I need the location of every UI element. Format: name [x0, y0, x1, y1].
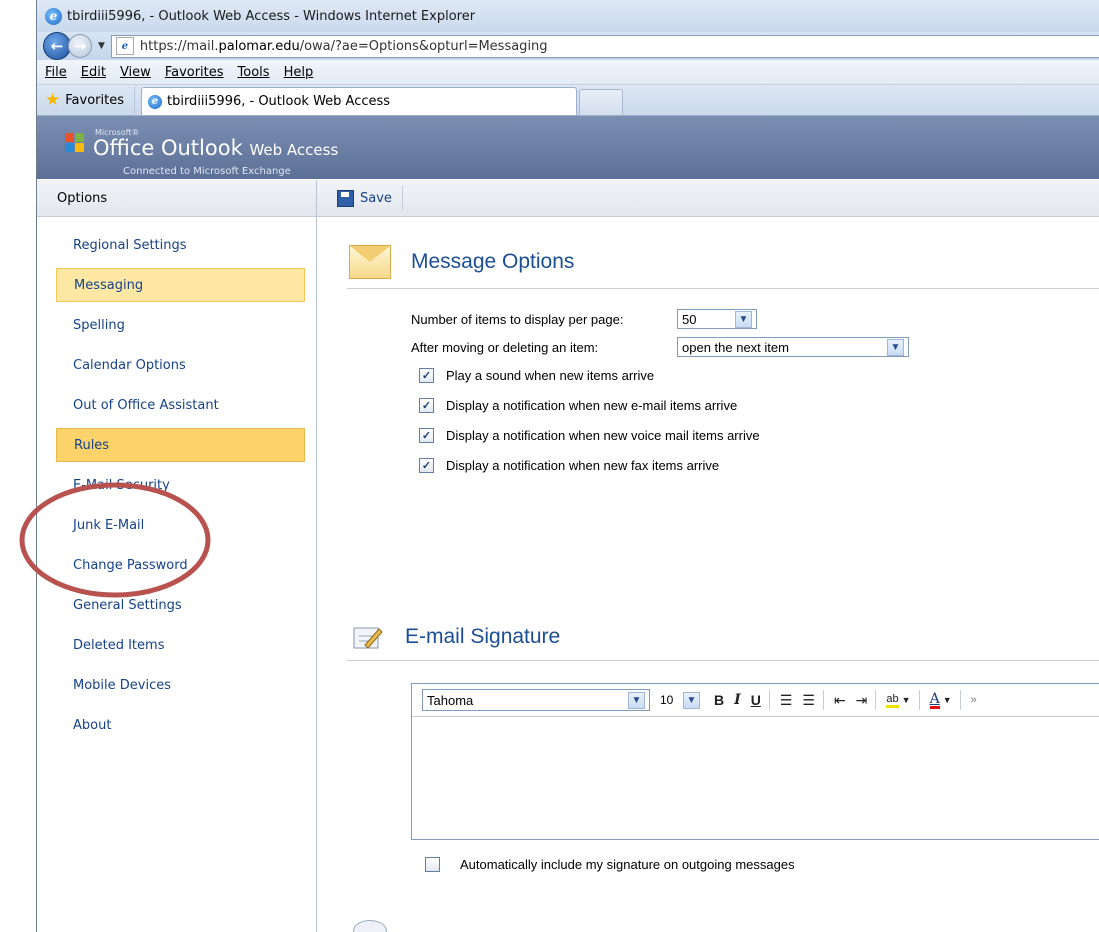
- menu-bar: File Edit View Favorites Tools Help: [37, 60, 1099, 85]
- tab-title: tbirdiii5996, - Outlook Web Access: [166, 94, 391, 109]
- nav-regional-settings[interactable]: Regional Settings: [56, 228, 305, 262]
- signature-toolbar: Tahoma ▼ 10 ▼ B I U ☰ ☰ ⇤ ⇥ ab ▼ A ▼ »: [412, 684, 1099, 717]
- save-disk-icon: [337, 189, 354, 207]
- toolbar-divider: [822, 690, 824, 710]
- save-button[interactable]: Save: [337, 186, 403, 210]
- signature-title: E-mail Signature: [405, 625, 561, 648]
- history-dropdown-icon[interactable]: ▼: [98, 41, 105, 51]
- checkbox-voicemail-notification[interactable]: ✓: [419, 427, 434, 443]
- chevron-down-icon: ▼: [735, 310, 752, 328]
- window-title: tbirdiii5996, - Outlook Web Access - Win…: [67, 8, 476, 24]
- font-color-icon[interactable]: A: [929, 692, 940, 709]
- checkbox-play-sound[interactable]: ✓: [419, 367, 434, 383]
- play-sound-label: Play a sound when new items arrive: [446, 367, 655, 383]
- signature-pen-icon: [351, 620, 385, 654]
- auto-signature-label: Automatically include my signature on ou…: [460, 856, 795, 872]
- chevron-down-icon: ▼: [628, 691, 645, 709]
- menu-help[interactable]: Help: [284, 65, 314, 80]
- menu-tools[interactable]: Tools: [238, 65, 270, 80]
- owa-header: Microsoft® Office Outlook Web Access Con…: [37, 116, 1099, 179]
- signature-header: E-mail Signature: [347, 614, 1099, 661]
- back-button[interactable]: ←: [43, 32, 71, 60]
- highlight-icon[interactable]: ab: [886, 693, 899, 708]
- main-pane: Save Message Options Number of items to …: [317, 180, 1099, 932]
- url-prefix: https://mail.: [139, 38, 219, 54]
- message-options-header: Message Options: [347, 236, 1099, 289]
- nav-mobile-devices[interactable]: Mobile Devices: [56, 668, 305, 702]
- ie-tab-icon: e: [147, 94, 162, 109]
- after-move-label: After moving or deleting an item:: [411, 339, 599, 355]
- menu-edit[interactable]: Edit: [81, 65, 106, 80]
- after-move-select[interactable]: open the next item ▼: [677, 337, 909, 357]
- star-icon: ★: [45, 90, 61, 110]
- browser-window: e tbirdiii5996, - Outlook Web Access - W…: [36, 0, 1099, 932]
- options-toolbar: Save: [317, 180, 1099, 217]
- items-per-page-select[interactable]: 50 ▼: [677, 309, 757, 329]
- more-options-icon[interactable]: »: [971, 694, 977, 706]
- bold-icon[interactable]: B: [714, 692, 724, 708]
- brand-subtitle: Connected to Microsoft Exchange: [123, 166, 291, 177]
- chevron-down-icon: ▼: [887, 338, 904, 356]
- toolbar-divider: [875, 690, 877, 710]
- favorites-label: Favorites: [65, 92, 124, 108]
- office-logo-icon: [65, 133, 85, 153]
- save-label: Save: [360, 190, 392, 206]
- annotation-circle: [19, 482, 211, 598]
- partial-icon: [353, 920, 387, 932]
- nav-calendar-options[interactable]: Calendar Options: [56, 348, 305, 382]
- toolbar-divider: [959, 690, 961, 710]
- nav-about[interactable]: About: [56, 708, 305, 742]
- address-bar[interactable]: e https://mail. palomar.edu/owa/?ae=Optio…: [110, 34, 1099, 58]
- toolbar-divider: [768, 690, 770, 710]
- menu-favorites[interactable]: Favorites: [165, 65, 224, 80]
- options-header: Options: [37, 180, 316, 217]
- tabs-row: ★ Favorites e tbirdiii5996, - Outlook We…: [37, 85, 1099, 116]
- forward-button[interactable]: →: [68, 34, 92, 58]
- address-row: ← → ▼ e https://mail. palomar.edu/owa/?ae…: [37, 32, 1099, 60]
- message-options-form: Number of items to display per page: 50 …: [411, 307, 1099, 477]
- title-bar: e tbirdiii5996, - Outlook Web Access - W…: [37, 0, 1099, 32]
- menu-view[interactable]: View: [120, 65, 151, 80]
- checkbox-fax-notification[interactable]: ✓: [419, 457, 434, 473]
- bullet-list-icon[interactable]: ☰: [780, 692, 793, 709]
- chevron-down-icon[interactable]: ▼: [902, 695, 911, 705]
- italic-icon[interactable]: I: [734, 692, 741, 708]
- nav-out-of-office[interactable]: Out of Office Assistant: [56, 388, 305, 422]
- nav-rules[interactable]: Rules: [56, 428, 305, 462]
- email-notification-label: Display a notification when new e-mail i…: [446, 397, 738, 413]
- tab-owa[interactable]: e tbirdiii5996, - Outlook Web Access: [140, 87, 577, 115]
- menu-file[interactable]: File: [45, 65, 67, 80]
- checkbox-email-notification[interactable]: ✓: [419, 397, 434, 413]
- underline-icon[interactable]: U: [751, 692, 761, 708]
- favorites-button[interactable]: ★ Favorites: [43, 87, 135, 113]
- toolbar-divider: [918, 690, 920, 710]
- url-suffix: /owa/?ae=Options&opturl=Messaging: [299, 38, 548, 54]
- message-options-title: Message Options: [411, 250, 575, 273]
- envelope-icon: [349, 245, 391, 279]
- ie-icon: e: [45, 7, 62, 25]
- items-per-page-label: Number of items to display per page:: [411, 311, 624, 327]
- font-size-select[interactable]: 10 ▼: [656, 689, 704, 711]
- message-options-section: Message Options Number of items to displ…: [347, 236, 1099, 477]
- chevron-down-icon[interactable]: ▼: [943, 695, 952, 705]
- signature-editor[interactable]: Tahoma ▼ 10 ▼ B I U ☰ ☰ ⇤ ⇥ ab ▼ A ▼ »: [411, 683, 1099, 840]
- url-domain: palomar.edu: [218, 38, 300, 54]
- new-tab-button[interactable]: [578, 89, 623, 115]
- nav-deleted-items[interactable]: Deleted Items: [56, 628, 305, 662]
- increase-indent-icon[interactable]: ⇥: [856, 692, 868, 709]
- nav-spelling[interactable]: Spelling: [56, 308, 305, 342]
- nav-messaging[interactable]: Messaging: [56, 268, 305, 302]
- font-family-select[interactable]: Tahoma ▼: [422, 689, 650, 711]
- chevron-down-icon: ▼: [683, 691, 700, 709]
- checkbox-auto-signature[interactable]: [425, 856, 440, 872]
- signature-section: E-mail Signature Tahoma ▼ 10 ▼ B I U ☰ ☰…: [347, 614, 1099, 876]
- page-icon: e: [115, 37, 134, 55]
- fax-notification-label: Display a notification when new fax item…: [446, 457, 720, 473]
- numbered-list-icon[interactable]: ☰: [802, 692, 815, 709]
- decrease-indent-icon[interactable]: ⇤: [834, 692, 846, 709]
- brand-title: Office Outlook Web Access: [93, 136, 339, 160]
- voicemail-notification-label: Display a notification when new voice ma…: [446, 427, 760, 443]
